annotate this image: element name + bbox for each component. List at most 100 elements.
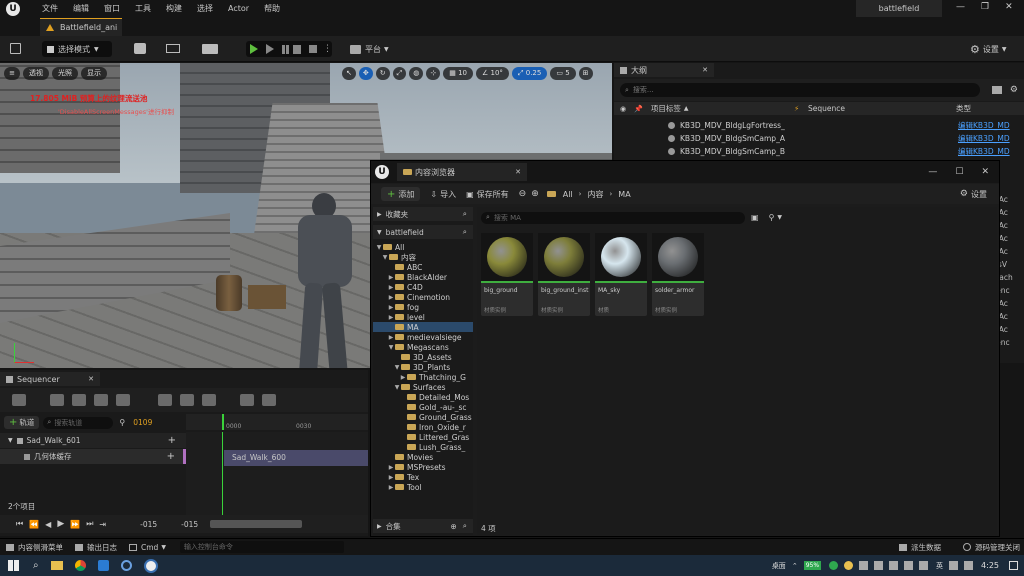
platform-button[interactable]: 平台 ▼ [350,42,389,56]
ime-mode-icon[interactable] [949,561,959,570]
folder-item[interactable]: ▼ 3D_Plants [373,362,473,372]
save-search-icon[interactable]: ▣ [751,213,759,222]
play-options-icon[interactable] [266,44,274,54]
save-all-button[interactable]: 保存所有 [477,189,509,200]
add-subtrack-icon[interactable]: + [168,435,176,446]
perspective-button[interactable]: 透视 [23,66,49,80]
gear-icon[interactable]: ⚙ [960,189,968,199]
outliner-search-input[interactable]: ⌕ 搜索... [620,83,980,97]
menu-item[interactable]: 窗口 [104,3,120,14]
settings-button[interactable]: 设置 [971,189,987,200]
viewport-menu-icon[interactable]: ≡ [4,66,20,80]
edit-asset-link[interactable]: 编辑KB3D_MD [958,146,1010,157]
chevron-right-icon[interactable]: ▶ [387,284,395,291]
folder-item[interactable]: ▼ 内容 [373,252,473,262]
windows-start-icon[interactable] [8,560,19,571]
close-icon[interactable]: ✕ [1005,2,1013,12]
chevron-down-icon[interactable]: ▼ [375,244,383,251]
network-icon[interactable] [964,561,974,570]
loop-icon[interactable]: ⇥ [99,520,106,529]
back-icon[interactable]: ⊖ [519,189,527,199]
folder-item[interactable]: ▶ Thatching_G [373,372,473,382]
menu-item[interactable]: Actor [228,4,249,13]
filter-icon[interactable]: ⚲ [119,418,125,427]
world-space-icon[interactable]: ◍ [409,66,424,80]
visibility-eye-icon[interactable]: ◉ [620,105,626,113]
asset-tile[interactable]: solder_armor 材质实例 [652,233,704,316]
snap-icon[interactable] [158,394,172,406]
grid-snap-button[interactable]: ▦ 10 [443,66,473,80]
gear-icon[interactable]: ⚙ [1010,85,1018,95]
track-row[interactable]: 几何体缓存 + [0,449,186,464]
content-browser-tab[interactable]: 内容浏览器 ✕ [397,163,527,181]
tray-icon[interactable] [844,561,854,570]
favorites-header[interactable]: ▶ 收藏夹 ⌕ [373,207,473,221]
translate-tool-icon[interactable]: ✥ [358,66,373,80]
collections-header[interactable]: ▶ 合集 ⊕ ⌕ [373,519,473,533]
play-icon[interactable] [250,44,258,54]
col-type[interactable]: 类型 [956,103,971,114]
project-header[interactable]: ▼ battlefield ⌕ [373,225,473,239]
chevron-right-icon[interactable]: ▶ [387,274,395,281]
folder-item[interactable]: Gold_-au-_sc [373,402,473,412]
key-icon[interactable] [240,394,254,406]
breadcrumb-ma[interactable]: MA [618,190,630,199]
more-icon[interactable]: ⋮ [323,44,332,54]
current-frame[interactable]: 0109 [133,418,152,427]
asset-tile[interactable]: MA_sky 材质 [595,233,647,316]
outliner-row[interactable]: KB3D_MDV_BldgLgFortress_ 编辑KB3D_MD [614,119,1024,132]
track-search-input[interactable]: ⌕ 搜索轨道 [43,416,114,429]
menu-item[interactable]: 帮助 [264,3,280,14]
folder-item[interactable]: ▶ MSPresets [373,462,473,472]
folder-item[interactable]: ▼ Surfaces [373,382,473,392]
chevron-right-icon[interactable]: ▶ [387,484,395,491]
sequence-settings-icon[interactable] [116,394,130,406]
search-icon[interactable]: ⌕ [463,521,467,531]
asset-tile[interactable]: big_ground_inst 材质实例 [538,233,590,316]
folder-item[interactable]: ▶ C4D [373,282,473,292]
step-forward-icon[interactable]: ⏩ [70,520,80,529]
camera-speed-button[interactable]: ▭ 5 [550,66,576,80]
file-explorer-icon[interactable] [50,561,63,570]
sequence-options-icon[interactable] [12,394,26,406]
save-icon[interactable] [10,43,21,54]
render-movie-icon[interactable] [94,394,108,406]
pause-icon[interactable] [282,44,285,54]
outliner-row[interactable]: KB3D_MDV_BldgSmCamp_B 编辑KB3D_MD [614,145,1024,158]
filter-icon[interactable]: ⚲ [769,213,775,222]
chevron-down-icon[interactable]: ▼ [381,254,389,261]
breadcrumb-all[interactable]: All [563,190,573,199]
tray-icon[interactable] [904,561,914,570]
chevron-right-icon[interactable]: ▶ [387,304,395,311]
maximize-icon[interactable]: ☐ [955,167,963,177]
cinematics-icon[interactable] [202,44,218,54]
close-icon[interactable]: ✕ [515,168,521,176]
clock[interactable]: 4:25 [981,561,999,570]
chevron-right-icon[interactable]: ▶ [387,334,395,341]
folder-item[interactable]: Lush_Grass_ [373,442,473,452]
close-icon[interactable]: ✕ [88,375,94,383]
playback-options-icon[interactable] [202,394,216,406]
select-mode-button[interactable]: 选择模式 ▼ [42,41,112,57]
chevron-down-icon[interactable]: ▼ [393,364,401,371]
chevron-right-icon[interactable]: ▶ [387,474,395,481]
maximize-viewport-icon[interactable]: ⊞ [578,66,593,80]
import-button[interactable]: 导入 [440,189,456,200]
chevron-down-icon[interactable]: ▼ [387,344,395,351]
add-track-button[interactable]: + 轨道 [4,416,40,429]
forward-icon[interactable]: ⊕ [531,189,539,199]
edit-asset-link[interactable]: 编辑KB3D_MD [958,133,1010,144]
save-sequence-icon[interactable] [50,394,64,406]
folder-item[interactable]: ▶ Tex [373,472,473,482]
folder-item[interactable]: ▶ Tool [373,482,473,492]
range-start[interactable]: -015 [140,520,157,529]
jump-end-icon[interactable]: ⏭ [86,519,93,529]
ime-indicator[interactable]: 英 [936,561,943,571]
playhead-marker[interactable] [222,414,224,430]
app-icon[interactable] [97,560,109,571]
menu-item[interactable]: 工具 [135,3,151,14]
folder-item[interactable]: ▶ level [373,312,473,322]
col-item-label[interactable]: 项目标签 [651,103,681,114]
cmd-dropdown[interactable]: Cmd [141,543,158,552]
folder-item[interactable]: Iron_Oxide_r [373,422,473,432]
